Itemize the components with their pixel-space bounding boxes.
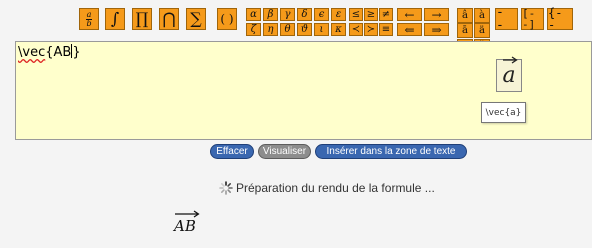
clear-button[interactable]: Effacer xyxy=(210,144,254,159)
sum-button[interactable]: ∑ xyxy=(186,8,206,30)
greek-zeta-button[interactable]: ζ xyxy=(246,23,261,36)
greek-kappa-button[interactable]: κ xyxy=(331,23,346,36)
accent-ddot-button[interactable]: ä xyxy=(474,23,490,38)
right-arrow-button[interactable]: → xyxy=(424,8,449,21)
geq-button[interactable]: ≥ xyxy=(364,8,378,21)
greek-delta-button[interactable]: δ xyxy=(297,8,312,21)
vector-arrow-icon xyxy=(503,56,519,64)
double-right-arrow-button[interactable]: ⇒ xyxy=(424,23,449,36)
greek-iota-button[interactable]: ι xyxy=(314,23,329,36)
formula-editor-text[interactable]: \vec{AB} xyxy=(18,44,81,60)
succ-button[interactable]: ≻ xyxy=(364,23,378,36)
double-left-arrow-button[interactable]: ⇐ xyxy=(397,23,422,36)
render-status: Préparation du rendu de la formule ... xyxy=(219,180,435,196)
matrix-button[interactable]: - - xyxy=(495,6,518,32)
editor-command: \vec xyxy=(18,45,46,60)
accent-hat-button[interactable]: â xyxy=(457,8,473,23)
vector-accent-button[interactable]: a xyxy=(496,56,522,92)
greek-epsilon-button[interactable]: ϵ xyxy=(314,8,329,21)
brace-cases-button[interactable]: {- - xyxy=(547,7,573,31)
editor-brace-close: } xyxy=(72,45,81,60)
greek-eta-button[interactable]: η xyxy=(263,23,278,36)
neq-button[interactable]: ≠ xyxy=(379,8,393,21)
intersection-button[interactable]: ⋂ xyxy=(159,8,179,30)
greek-varepsilon-button[interactable]: ε xyxy=(331,8,346,21)
loading-spinner-icon xyxy=(219,181,233,195)
greek-beta-button[interactable]: β xyxy=(263,8,278,21)
left-arrow-button[interactable]: ← xyxy=(397,8,422,21)
status-message: Préparation du rendu de la formule ... xyxy=(236,181,435,195)
greek-vartheta-button[interactable]: ϑ xyxy=(297,23,312,36)
parentheses-button[interactable]: ( ) xyxy=(217,8,237,30)
prec-button[interactable]: ≺ xyxy=(349,23,363,36)
equiv-button[interactable]: ≡ xyxy=(379,23,393,36)
greek-theta-button[interactable]: θ xyxy=(280,23,295,36)
bracket-matrix-button[interactable]: [- -] xyxy=(521,8,544,30)
vector-arrow-icon xyxy=(175,210,200,218)
vector-a-icon: a xyxy=(502,56,519,88)
accent-grave-button[interactable]: à xyxy=(474,8,490,23)
leq-button[interactable]: ≤ xyxy=(349,8,363,21)
editor-argument: AB xyxy=(53,45,72,60)
visualize-button[interactable]: Visualiser xyxy=(258,144,311,159)
fraction-button[interactable]: ab xyxy=(79,8,99,30)
integral-button[interactable]: ∫ xyxy=(105,8,125,30)
greek-gamma-button[interactable]: γ xyxy=(280,8,295,21)
tooltip: \vec{a} xyxy=(481,102,526,123)
insert-button[interactable]: Insérer dans la zone de texte xyxy=(315,144,467,159)
product-button[interactable]: ∏ xyxy=(132,8,152,30)
accent-bar-button[interactable]: ā xyxy=(457,23,473,38)
rendered-formula-text: AB xyxy=(174,217,196,235)
editor-brace-open: { xyxy=(45,45,54,60)
fraction-icon: ab xyxy=(85,9,93,28)
greek-alpha-button[interactable]: α xyxy=(246,8,261,21)
rendered-formula: AB xyxy=(174,210,200,235)
